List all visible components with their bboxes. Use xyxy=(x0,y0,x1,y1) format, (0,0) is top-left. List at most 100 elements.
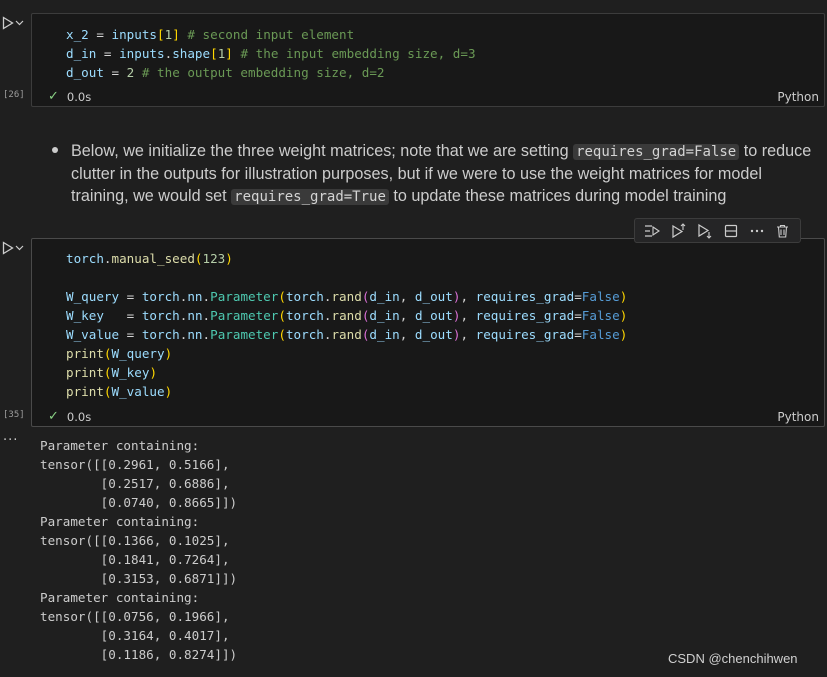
code-token: Parameter xyxy=(210,327,279,342)
check-icon: ✓ xyxy=(48,89,59,104)
code-line: d_out = 2 # the output embedding size, d… xyxy=(66,63,824,82)
code-token: print xyxy=(66,384,104,399)
code-token: requires_grad xyxy=(475,308,575,323)
code-token: = xyxy=(574,327,582,342)
code-line: print(W_query) xyxy=(66,344,824,363)
code-token: # the output embedding size, d=2 xyxy=(141,65,385,80)
code-token: d_out xyxy=(414,289,453,304)
code-token: nn xyxy=(187,289,203,304)
code-token: x_2 xyxy=(66,27,89,42)
cell-toolbar xyxy=(634,218,801,243)
code-token: W_key xyxy=(111,365,150,380)
code-token: W_key xyxy=(66,308,104,323)
code-token: Parameter xyxy=(210,308,279,323)
code-token: ) xyxy=(225,251,233,266)
code-token: print xyxy=(66,365,104,380)
code-token: requires_grad xyxy=(475,289,575,304)
run-cell-button[interactable] xyxy=(2,14,28,32)
code-token: False xyxy=(581,289,620,304)
chevron-down-icon xyxy=(15,20,24,26)
code-token: W_value xyxy=(111,384,165,399)
code-token: ] xyxy=(172,27,180,42)
cell-output: Parameter containing: tensor([[0.2961, 0… xyxy=(40,438,238,662)
markdown-cell: Below, we initialize the three weight ma… xyxy=(52,140,823,208)
code-token: # second input element xyxy=(187,27,355,42)
code-token: False xyxy=(581,327,620,342)
code-token: nn xyxy=(187,327,203,342)
code-token: ( xyxy=(278,327,286,342)
code-token: W_value xyxy=(66,327,120,342)
code-token: d_in xyxy=(369,289,400,304)
code-editor[interactable]: x_2 = inputs[1] # second input element d_… xyxy=(66,25,824,82)
cell-status: ✓ 0.0s xyxy=(48,409,91,424)
code-token: torch xyxy=(66,251,104,266)
code-cell-1[interactable]: x_2 = inputs[1] # second input element d_… xyxy=(31,13,825,107)
code-token: d_in xyxy=(66,46,97,61)
code-token: torch xyxy=(285,327,324,342)
code-token: = xyxy=(88,27,112,42)
code-token: requires_grad xyxy=(475,327,575,342)
code-token: d_out xyxy=(414,327,453,342)
split-cell-icon[interactable] xyxy=(721,221,741,241)
code-cell-2[interactable]: torch.manual_seed(123) W_query = torch.n… xyxy=(31,238,825,427)
code-token: , xyxy=(460,308,476,323)
code-token: . xyxy=(202,308,211,323)
code-token: = xyxy=(96,46,120,61)
code-token: , xyxy=(399,289,415,304)
code-token: , xyxy=(460,289,476,304)
code-line: print(W_key) xyxy=(66,363,824,382)
code-line: W_key = torch.nn.Parameter(torch.rand(d_… xyxy=(66,306,824,325)
output-menu-icon[interactable]: ··· xyxy=(3,433,18,448)
code-token: = xyxy=(574,308,582,323)
execute-above-icon[interactable] xyxy=(668,221,688,241)
language-selector[interactable]: Python xyxy=(777,410,819,424)
code-token: d_in xyxy=(369,308,400,323)
code-token: , xyxy=(399,308,415,323)
delete-cell-icon[interactable] xyxy=(773,221,793,241)
inline-code: requires_grad=True xyxy=(231,189,389,205)
execute-below-icon[interactable] xyxy=(694,221,714,241)
code-token: d_in xyxy=(369,327,400,342)
code-token: torch xyxy=(141,308,180,323)
code-token: shape xyxy=(172,46,211,61)
code-token: inputs xyxy=(119,46,165,61)
check-icon: ✓ xyxy=(48,409,59,424)
more-actions-icon[interactable] xyxy=(747,221,767,241)
cell-status: ✓ 0.0s xyxy=(48,89,91,104)
code-token: ( xyxy=(103,346,112,361)
code-token: torch xyxy=(141,327,180,342)
code-token: = xyxy=(119,327,142,342)
code-token: d_out xyxy=(66,65,104,80)
code-line: W_value = torch.nn.Parameter(torch.rand(… xyxy=(66,325,824,344)
code-token: # the input embedding size, d=3 xyxy=(240,46,476,61)
execution-time: 0.0s xyxy=(66,89,92,104)
code-token: = xyxy=(103,65,127,80)
language-selector[interactable]: Python xyxy=(777,90,819,104)
code-token: ( xyxy=(103,384,112,399)
code-line: print(W_value) xyxy=(66,382,824,401)
code-token: Parameter xyxy=(210,289,279,304)
code-token: manual_seed xyxy=(111,251,195,266)
run-icon xyxy=(2,16,14,30)
code-token: torch xyxy=(285,289,324,304)
run-by-line-icon[interactable] xyxy=(642,221,662,241)
code-token: inputs xyxy=(111,27,158,42)
code-token: . xyxy=(103,251,112,266)
code-token: rand xyxy=(331,327,362,342)
markdown-text: to update these matrices during model tr… xyxy=(388,187,727,205)
code-token: ) xyxy=(164,384,173,399)
code-token: torch xyxy=(141,289,180,304)
code-token: [ xyxy=(157,27,165,42)
code-token: torch xyxy=(285,308,324,323)
code-token: nn xyxy=(187,308,203,323)
code-token: d_out xyxy=(414,308,453,323)
run-cell-button[interactable] xyxy=(2,239,28,257)
code-token: ] xyxy=(225,46,233,61)
code-token: = xyxy=(119,289,142,304)
watermark: CSDN @chenchihwen xyxy=(668,651,798,666)
code-editor[interactable]: torch.manual_seed(123) W_query = torch.n… xyxy=(66,249,824,401)
execution-time: 0.0s xyxy=(66,409,92,424)
inline-code: requires_grad=False xyxy=(573,144,740,160)
bullet-point xyxy=(52,147,58,153)
